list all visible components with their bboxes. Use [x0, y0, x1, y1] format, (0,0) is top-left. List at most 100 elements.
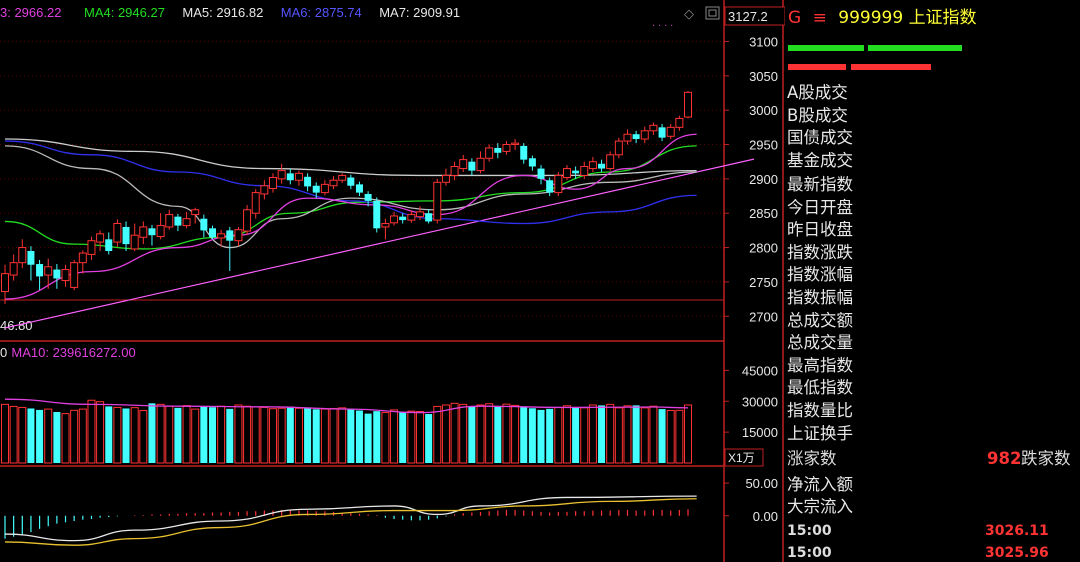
candle-body: [329, 179, 338, 187]
candle-body: [260, 185, 269, 195]
index-name: 上证指数: [908, 8, 977, 28]
macd-line-dif: [4, 495, 697, 542]
y-tick-label: 2850: [749, 206, 778, 221]
candle-body: [338, 174, 347, 181]
candle-body: [485, 147, 494, 159]
candle-body: [122, 226, 130, 245]
candle-body: [425, 213, 433, 222]
candle-body: [364, 193, 372, 201]
chart-toolbar[interactable]: ◇ ....: [652, 6, 720, 29]
candle-body: [251, 192, 260, 214]
volume-bar: [243, 405, 252, 464]
volume-legend: 0 MA10: 239616272.00: [0, 345, 136, 360]
candle: [53, 264, 61, 289]
volume-bar: [433, 405, 442, 464]
volume-bar: [44, 408, 53, 464]
candle-body: [269, 176, 278, 189]
volume-bar: [373, 411, 381, 463]
up-volume-bar-2: [868, 45, 962, 51]
candle: [459, 154, 468, 172]
volume-bar: [165, 405, 174, 464]
quote-field-label: 最低指数: [787, 378, 853, 398]
candle-body: [546, 180, 554, 193]
y-tick-label: 2700: [749, 309, 778, 324]
candle: [87, 236, 96, 260]
candle: [156, 213, 165, 240]
candle-body: [113, 223, 122, 243]
candle-body: [243, 209, 252, 232]
candle-body: [580, 166, 589, 176]
diamond-icon[interactable]: ◇: [684, 6, 694, 21]
volume-bar: [329, 407, 338, 464]
candle-body: [588, 161, 597, 170]
candle-body: [390, 215, 399, 224]
price-ma-legend: 3: 2966.22 MA4: 2946.27 MA5: 2916.82 MA6: 2…: [0, 5, 460, 333]
candle: [476, 151, 485, 174]
down-volume-bar-2: [851, 64, 931, 70]
candle: [277, 163, 286, 184]
candle-body: [96, 233, 105, 243]
legend-entry: MA6: 2875.74: [281, 5, 362, 20]
window-restore-icon[interactable]: [705, 6, 720, 20]
volume-bar: [606, 403, 615, 464]
candle: [96, 230, 105, 251]
candle-body: [433, 181, 442, 221]
candle: [70, 259, 79, 291]
volume-bar: [407, 410, 416, 464]
candle: [36, 259, 44, 291]
tick-row: 15:00 3026.11: [787, 523, 1077, 539]
stock-chart[interactable]: 3: 2966.22 MA4: 2946.27 MA5: 2916.82 MA6: 2…: [0, 0, 785, 562]
candle-body: [511, 142, 520, 146]
y-tick-label: 45000: [742, 363, 778, 378]
candle: [338, 173, 347, 183]
candle-body: [44, 266, 53, 276]
volume-bar: [632, 405, 640, 463]
volume-bar: [139, 410, 148, 464]
more-dots-icon[interactable]: ....: [652, 17, 676, 29]
candle-body: [537, 168, 545, 179]
candle: [658, 123, 666, 142]
down-volume-bar: [788, 64, 846, 70]
volume-bar: [18, 406, 27, 464]
candle-body: [217, 233, 226, 239]
candle: [1, 264, 9, 304]
quote-field-label: A股成交: [787, 83, 848, 102]
candle: [165, 209, 174, 230]
breadth-row: 涨家数 982 跌家数: [787, 448, 1077, 470]
candle: [329, 176, 338, 190]
candle: [433, 178, 442, 224]
y-tick-label: 3000: [749, 103, 778, 118]
volume-bar: [286, 406, 294, 463]
tick-value: 3026.11: [985, 523, 1049, 539]
volume-bar: [415, 411, 424, 464]
volume-bar: [441, 404, 450, 464]
quote-field-label: 指数涨幅: [787, 265, 853, 285]
volume-bar: [148, 403, 156, 463]
candle-body: [130, 234, 139, 250]
volume-y-axis: 45000 30000 15000 X1万: [724, 363, 778, 467]
candle-body: [156, 225, 165, 238]
volume-bar: [174, 407, 182, 463]
candle: [425, 209, 433, 224]
volume-bar: [537, 409, 545, 463]
volume-bar: [468, 406, 476, 463]
volume-bar: [588, 404, 597, 464]
volume-bar: [260, 406, 269, 464]
candle-body: [502, 144, 511, 152]
menu-icon[interactable]: ≡: [813, 8, 827, 28]
candle-body: [598, 163, 606, 169]
candle: [286, 168, 294, 185]
volume-bar: [191, 408, 200, 464]
candle-body: [208, 228, 216, 238]
volume-bar: [36, 409, 44, 463]
candle-body: [320, 183, 329, 194]
legend-entry: 0: [0, 345, 7, 360]
candle-body: [407, 214, 416, 221]
current-price-label: 3127.2: [728, 9, 768, 24]
candle-body: [148, 228, 156, 236]
volume-bar: [425, 414, 433, 463]
volume-bar: [598, 405, 606, 463]
candle: [623, 129, 632, 145]
candle: [606, 151, 615, 171]
candle-body: [105, 239, 113, 251]
